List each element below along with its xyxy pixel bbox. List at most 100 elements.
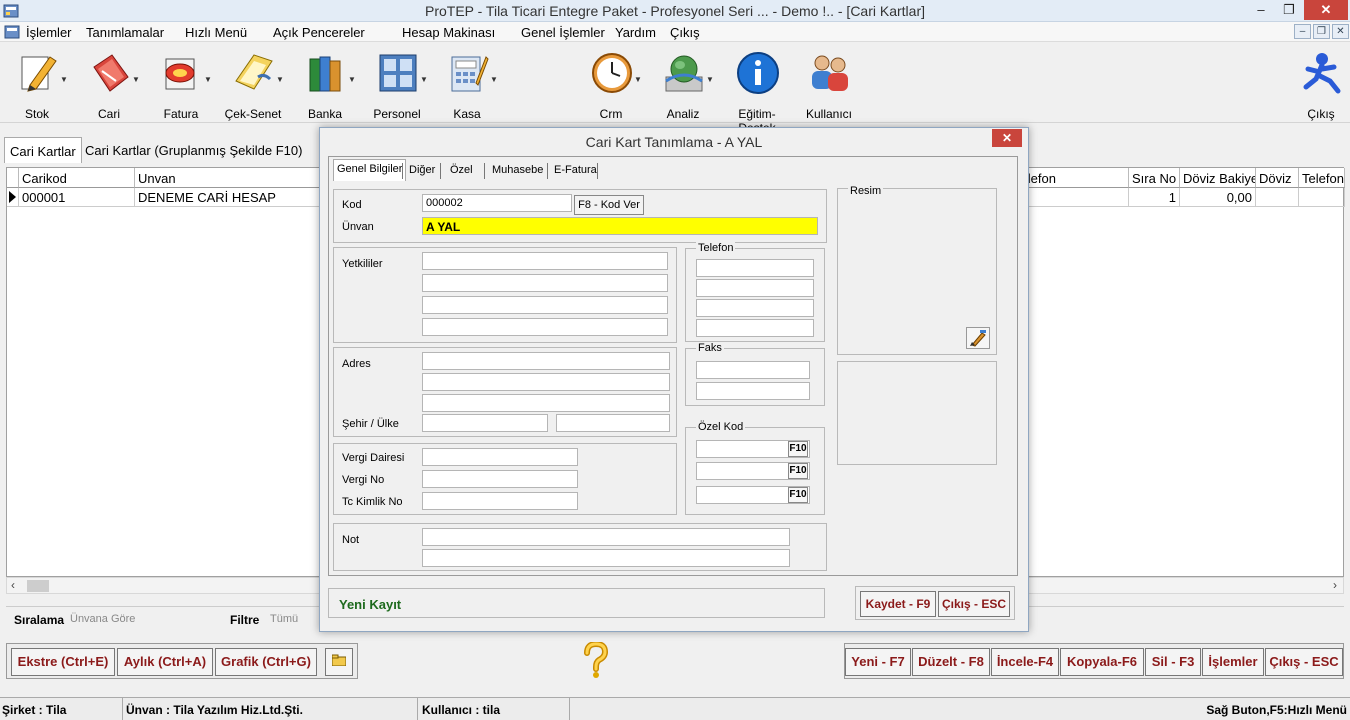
dtab-muhasebe[interactable]: Muhasebe <box>489 161 546 181</box>
ozel-kod-f10-button-1[interactable]: F10 <box>788 441 808 457</box>
grid-header-sira-no[interactable]: Sıra No <box>1129 168 1180 188</box>
duzelt-button[interactable]: Düzelt - F8 <box>912 648 990 676</box>
folder-button[interactable] <box>325 648 353 676</box>
tab-cari-kartlar-gruplanmis[interactable]: Cari Kartlar (Gruplanmış Şekilde F10) <box>80 137 307 163</box>
grid-cell-sira-no[interactable]: 1 <box>1129 188 1180 207</box>
mdi-close-button[interactable]: ✕ <box>1332 24 1349 39</box>
faks-field-2[interactable] <box>696 382 810 400</box>
yetkili-field-1[interactable] <box>422 252 668 270</box>
ulke-field[interactable] <box>556 414 670 432</box>
grid-cell-doviz[interactable] <box>1256 188 1299 207</box>
adres-field-2[interactable] <box>422 373 670 391</box>
toolbar-stok[interactable]: ▼ Stok <box>6 49 68 121</box>
sil-button[interactable]: Sil - F3 <box>1145 648 1201 676</box>
grid-cell-telefon-2[interactable] <box>1299 188 1345 207</box>
dtab-genel-bilgiler[interactable]: Genel Bilgiler <box>333 159 407 181</box>
unvan-label: Ünvan <box>342 221 374 233</box>
mdi-restore-button[interactable]: ❐ <box>1313 24 1330 39</box>
yeni-button[interactable]: Yeni - F7 <box>845 648 911 676</box>
adres-field-3[interactable] <box>422 394 670 412</box>
dialog-cikis-button[interactable]: Çıkış - ESC <box>938 591 1010 617</box>
toolbar-cari[interactable]: ▼ Cari <box>78 49 140 121</box>
grid-header-doviz-bakiye[interactable]: Döviz Bakiye <box>1180 168 1256 188</box>
ekstre-button[interactable]: Ekstre (Ctrl+E) <box>11 648 115 676</box>
menu-cikis[interactable]: Çıkış <box>670 25 700 40</box>
dtab-e-fatura[interactable]: E-Fatura <box>551 161 600 181</box>
telefon-field-1[interactable] <box>696 259 814 277</box>
menu-genel-islemler[interactable]: Genel İşlemler <box>521 25 605 40</box>
toolbar-cikis[interactable]: Çıkış <box>1290 49 1350 121</box>
not-field-2[interactable] <box>422 549 790 567</box>
tab-cari-kartlar[interactable]: Cari Kartlar <box>4 137 82 163</box>
grid-cell-carikod[interactable]: 000001 <box>19 188 135 207</box>
islemler-button[interactable]: İşlemler <box>1202 648 1264 676</box>
scroll-thumb[interactable] <box>27 580 49 592</box>
resim-edit-button[interactable] <box>966 327 990 349</box>
grid-header-telefon[interactable]: Telefon <box>1025 168 1129 188</box>
yetkili-field-2[interactable] <box>422 274 668 292</box>
toolbar-fatura[interactable]: ▼ Fatura <box>150 49 212 121</box>
sehir-field[interactable] <box>422 414 548 432</box>
unvan-field[interactable]: A YAL <box>422 217 818 235</box>
scroll-right-icon[interactable]: › <box>1333 578 1337 592</box>
telefon-field-4[interactable] <box>696 319 814 337</box>
toolbar-label: Cari <box>97 107 120 121</box>
ozel-kod-f10-button-3[interactable]: F10 <box>788 487 808 503</box>
invoice-icon <box>165 58 195 90</box>
dialog-close-button[interactable]: ✕ <box>992 129 1022 147</box>
kopyala-button[interactable]: Kopyala-F6 <box>1060 648 1144 676</box>
mdi-minimize-button[interactable]: – <box>1294 24 1311 39</box>
menu-acik-pencereler[interactable]: Açık Pencereler <box>273 25 365 40</box>
kod-ver-button[interactable]: F8 - Kod Ver <box>574 195 644 215</box>
filtre-value[interactable]: Tümü <box>270 613 298 625</box>
siralama-value[interactable]: Ünvana Göre <box>70 613 135 625</box>
menu-hizli-menu[interactable]: Hızlı Menü <box>185 25 247 40</box>
dropdown-arrow-icon: ▼ <box>706 75 714 84</box>
toolbar-personel[interactable]: ▼ Personel <box>366 49 428 121</box>
menu-yardim[interactable]: Yardım <box>615 25 656 40</box>
toolbar-egitim-destek[interactable]: Eğitim-Destek <box>726 49 788 135</box>
toolbar-kasa[interactable]: ▼ Kasa <box>436 49 498 121</box>
grid-header-doviz[interactable]: Döviz <box>1256 168 1299 188</box>
not-field-1[interactable] <box>422 528 790 546</box>
yetkili-field-3[interactable] <box>422 296 668 314</box>
scroll-left-icon[interactable]: ‹ <box>11 578 15 592</box>
menu-tanimlamalar[interactable]: Tanımlamalar <box>86 25 164 40</box>
maximize-button[interactable]: ❐ <box>1275 0 1303 20</box>
kaydet-button[interactable]: Kaydet - F9 <box>860 591 936 617</box>
grid-header-telefon-2[interactable]: Telefon <box>1299 168 1345 188</box>
toolbar-kullanici[interactable]: Kullanıcı <box>798 49 860 121</box>
grid-cell-telefon[interactable] <box>1025 188 1129 207</box>
telefon-field-3[interactable] <box>696 299 814 317</box>
telefon-field-2[interactable] <box>696 279 814 297</box>
toolbar-crm[interactable]: ▼ Crm <box>580 49 642 121</box>
toolbar-analiz[interactable]: ▼ Analiz <box>652 49 714 121</box>
dtab-diger[interactable]: Diğer <box>406 161 438 181</box>
bank-books-icon <box>309 56 341 92</box>
minimize-button[interactable]: – <box>1247 0 1275 20</box>
toolbar-label: Stok <box>24 107 49 121</box>
menu-hesap-makinasi[interactable]: Hesap Makinası <box>402 25 495 40</box>
tab-separator <box>484 163 485 179</box>
question-icon[interactable] <box>582 642 610 678</box>
toolbar-banka[interactable]: ▼ Banka <box>294 49 356 121</box>
cikis-esc-button[interactable]: Çıkış - ESC <box>1265 648 1343 676</box>
toolbar-cek-senet[interactable]: ▼ Çek-Senet <box>222 49 284 121</box>
grafik-button[interactable]: Grafik (Ctrl+G) <box>215 648 317 676</box>
dtab-ozel[interactable]: Özel <box>447 161 476 181</box>
adres-field-1[interactable] <box>422 352 670 370</box>
vergi-no-field[interactable] <box>422 470 578 488</box>
vergi-dairesi-field[interactable] <box>422 448 578 466</box>
grid-cell-doviz-bakiye[interactable]: 0,00 <box>1180 188 1256 207</box>
tc-kimlik-field[interactable] <box>422 492 578 510</box>
vergi-group: Vergi Dairesi Vergi No Tc Kimlik No <box>333 443 677 515</box>
yetkili-field-4[interactable] <box>422 318 668 336</box>
aylik-button[interactable]: Aylık (Ctrl+A) <box>117 648 213 676</box>
close-button[interactable]: ✕ <box>1304 0 1348 20</box>
kod-field[interactable]: 000002 <box>422 194 572 212</box>
ozel-kod-f10-button-2[interactable]: F10 <box>788 463 808 479</box>
incele-button[interactable]: İncele-F4 <box>991 648 1059 676</box>
menu-islemler[interactable]: İşlemler <box>26 25 72 40</box>
grid-header-carikod[interactable]: Carikod <box>19 168 135 188</box>
faks-field-1[interactable] <box>696 361 810 379</box>
